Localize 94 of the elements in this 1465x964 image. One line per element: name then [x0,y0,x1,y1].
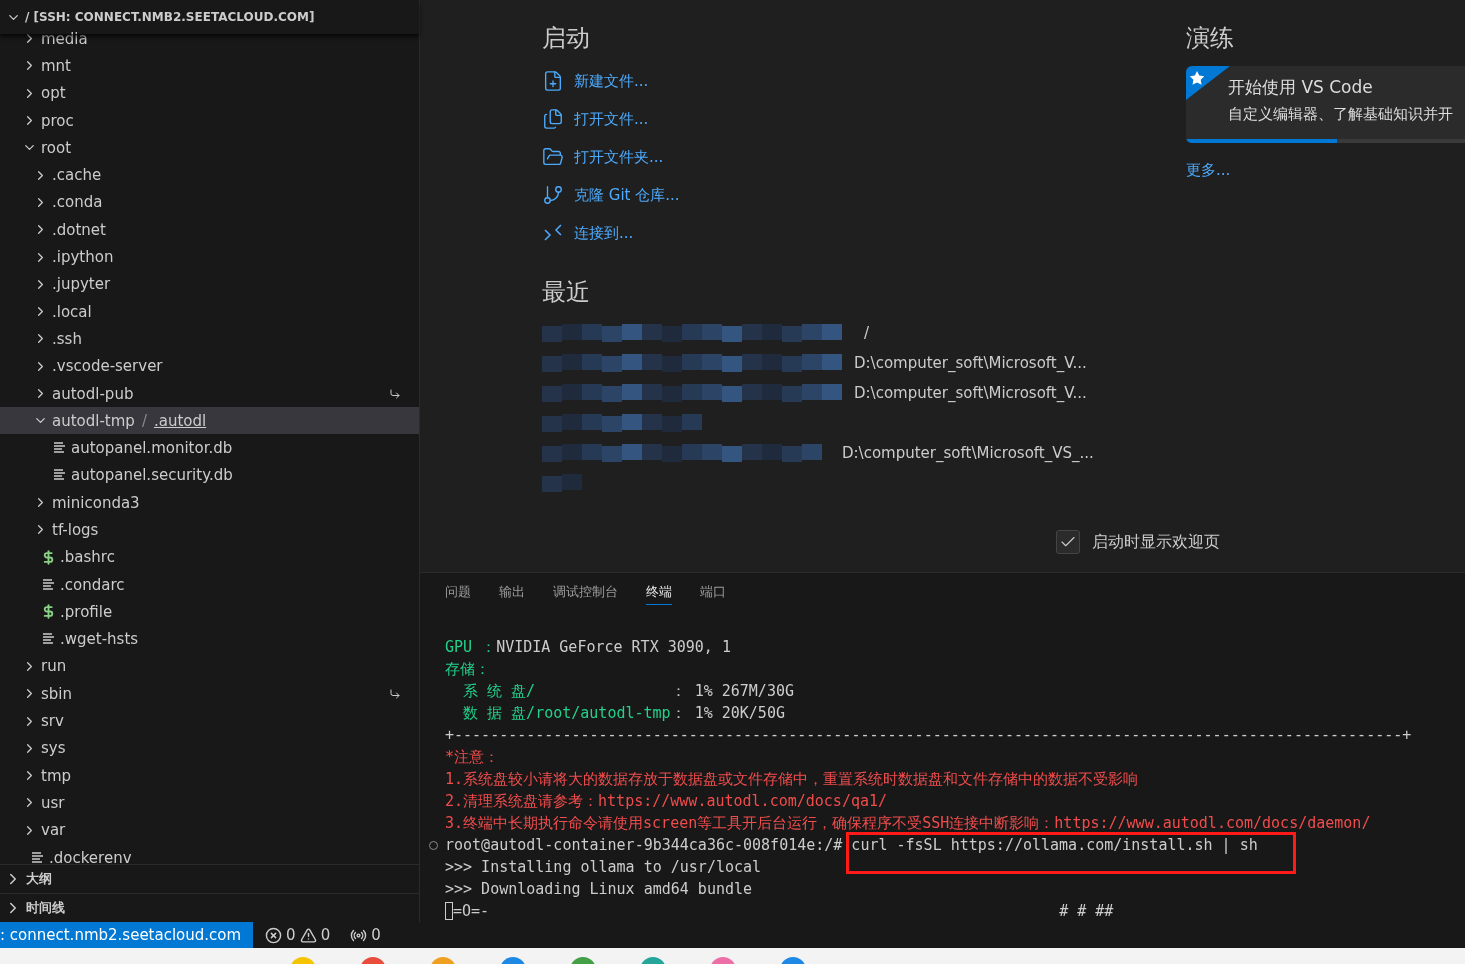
tree-item[interactable]: miniconda3 [0,489,419,517]
recent-path: / [864,324,870,342]
tree-item[interactable]: var [0,816,419,844]
git-branch-icon [542,184,564,206]
recent-path: D:\computer_soft\Microsoft_V... [854,384,1087,402]
panel-tab[interactable]: 终端 [646,583,672,605]
compact-folder-link[interactable]: .autodl [153,411,207,430]
tree-item[interactable]: autopanel.monitor.db [0,434,419,462]
start-link[interactable]: 连接到... [542,214,1186,252]
more-link[interactable]: 更多... [1186,161,1465,180]
checkbox-label: 启动时显示欢迎页 [1092,531,1220,553]
panel-tab[interactable]: 端口 [700,583,726,605]
tree-item[interactable]: autopanel.security.db [0,461,419,490]
terminal-text: 3.终端中长期执行命令请使用screen等工具开后台运行，确保程序不受SSH连接中断影响：https://www.autodl.com/docs/daemon/ [445,813,1371,834]
tree-item[interactable]: .conda [0,188,419,217]
tree-item[interactable]: mnt [0,52,419,80]
terminal-text: 1.系统盘较小请将大的数据存放于数据盘或文件存储中，重置系统时数据盘和文件存储中的数据不受影响 [445,769,1139,790]
tree-item[interactable]: .dotnet [0,216,419,244]
tree-item[interactable]: .cache [0,161,419,189]
dollar-icon [41,549,56,565]
start-link[interactable]: 打开文件... [542,100,1186,138]
tree-item[interactable]: .jupyter [0,270,419,298]
recent-path: D:\computer_soft\Microsoft_V... [854,354,1087,372]
terminal-text: 2.清理系统盘请参考：https://www.autodl.com/docs/qa1/ [445,791,888,812]
tree-item[interactable]: .vscode-server [0,352,419,380]
terminal-text: +---------------------------------------------------------------------------------------------------------+ [445,725,1412,746]
card-title: 开始使用 VS Code [1228,76,1374,99]
tree-item[interactable]: .wget-hsts [0,625,419,653]
tree-item[interactable]: .bashrc [0,543,419,571]
problems-status[interactable]: 0 0 [265,926,331,944]
tree-item[interactable]: opt [0,79,419,107]
warning-icon [299,926,317,944]
remote-indicator[interactable]: : connect.nmb2.seetacloud.com [0,922,254,948]
terminal-text: 数 据 盘/root/autodl-tmp [462,703,671,724]
text-file-icon [30,851,45,864]
tree-item[interactable]: .profile [0,598,419,626]
tree-item[interactable]: autodl-pub [0,379,419,408]
tree-item[interactable]: sys [0,734,419,762]
start-link[interactable]: 新建文件... [542,62,1186,100]
tree-item[interactable]: .local [0,297,419,326]
terminal-text: ： 1% 20K/50G [670,703,785,724]
section-heading: 启动 [542,23,591,54]
tree-item[interactable]: .ssh [0,325,419,353]
tree-item[interactable]: run [0,652,419,681]
text-file-icon [41,633,56,646]
tree-item[interactable]: media [0,25,419,53]
tree-item[interactable]: autodl-tmp / .autodl [0,407,419,435]
section-heading: 最近 [542,277,591,308]
text-file-icon [52,442,67,455]
tree-item[interactable]: root [0,134,419,162]
terminal-text: GPU ： [445,637,497,658]
text-file-icon [52,469,67,482]
tree-item[interactable]: .ipython [0,243,419,271]
terminal-command: curl -fsSL https://ollama.com/install.sh | sh [851,836,1258,854]
progress-text: # # ## [1059,901,1114,922]
tree-item[interactable]: sbin [0,680,419,708]
new-file-icon [542,70,564,92]
dollar-icon [41,604,56,620]
terminal-text: 存储： [445,659,490,680]
files-icon [542,108,564,130]
start-link[interactable]: 打开文件夹... [542,138,1186,176]
terminal-text: >>> Downloading Linux amd64 bundle [445,879,753,900]
recent-path: D:\computer_soft\Microsoft_VS_... [842,444,1094,462]
tree-item[interactable]: usr [0,789,419,817]
terminal-text: ： 1% 267M/30G [670,681,794,702]
start-link[interactable]: 克隆 Git 仓库... [542,176,1186,214]
terminal-text: *注意： [445,747,500,768]
explorer-title[interactable]: / [SSH: CONNECT.NMB2.SEETACLOUD.COM] [25,10,315,24]
text-file-icon [41,578,56,591]
card-description: 自定义编辑器、了解基础知识并开 [1228,105,1454,124]
section-heading: 演练 [1186,23,1235,54]
path-separator: / [141,411,147,430]
tree-item[interactable]: tf-logs [0,516,419,544]
panel-tab[interactable]: 问题 [445,583,471,605]
ports-status[interactable]: 0 [350,926,381,944]
walkthrough-card[interactable]: 开始使用 VS Code 自定义编辑器、了解基础知识并开 [1186,66,1465,143]
terminal-text: 系 统 盘/ [462,681,537,702]
star-badge-icon [1186,66,1230,100]
section-header[interactable]: 大纲 [0,864,419,893]
terminal-cursor [445,902,453,920]
terminal-text: >>> Installing ollama to /usr/local [445,857,762,878]
panel-tab[interactable]: 输出 [499,583,525,605]
tree-item[interactable]: srv [0,707,419,735]
terminal-text: =O=- [453,901,490,922]
tree-item[interactable]: .dockerenv [0,843,419,864]
tree-item[interactable]: .condarc [0,570,419,599]
terminal-text: NVIDIA GeForce RTX 3090, 1 [496,637,731,658]
folder-icon [542,146,564,168]
terminal-prompt: root@autodl-container-9b344ca36c-008f014e:/# [445,835,843,856]
tree-item[interactable]: proc [0,106,419,135]
checkbox[interactable] [1056,530,1080,554]
tree-item[interactable]: tmp [0,762,419,790]
error-icon [265,926,283,944]
panel-tab[interactable]: 调试控制台 [553,583,618,605]
